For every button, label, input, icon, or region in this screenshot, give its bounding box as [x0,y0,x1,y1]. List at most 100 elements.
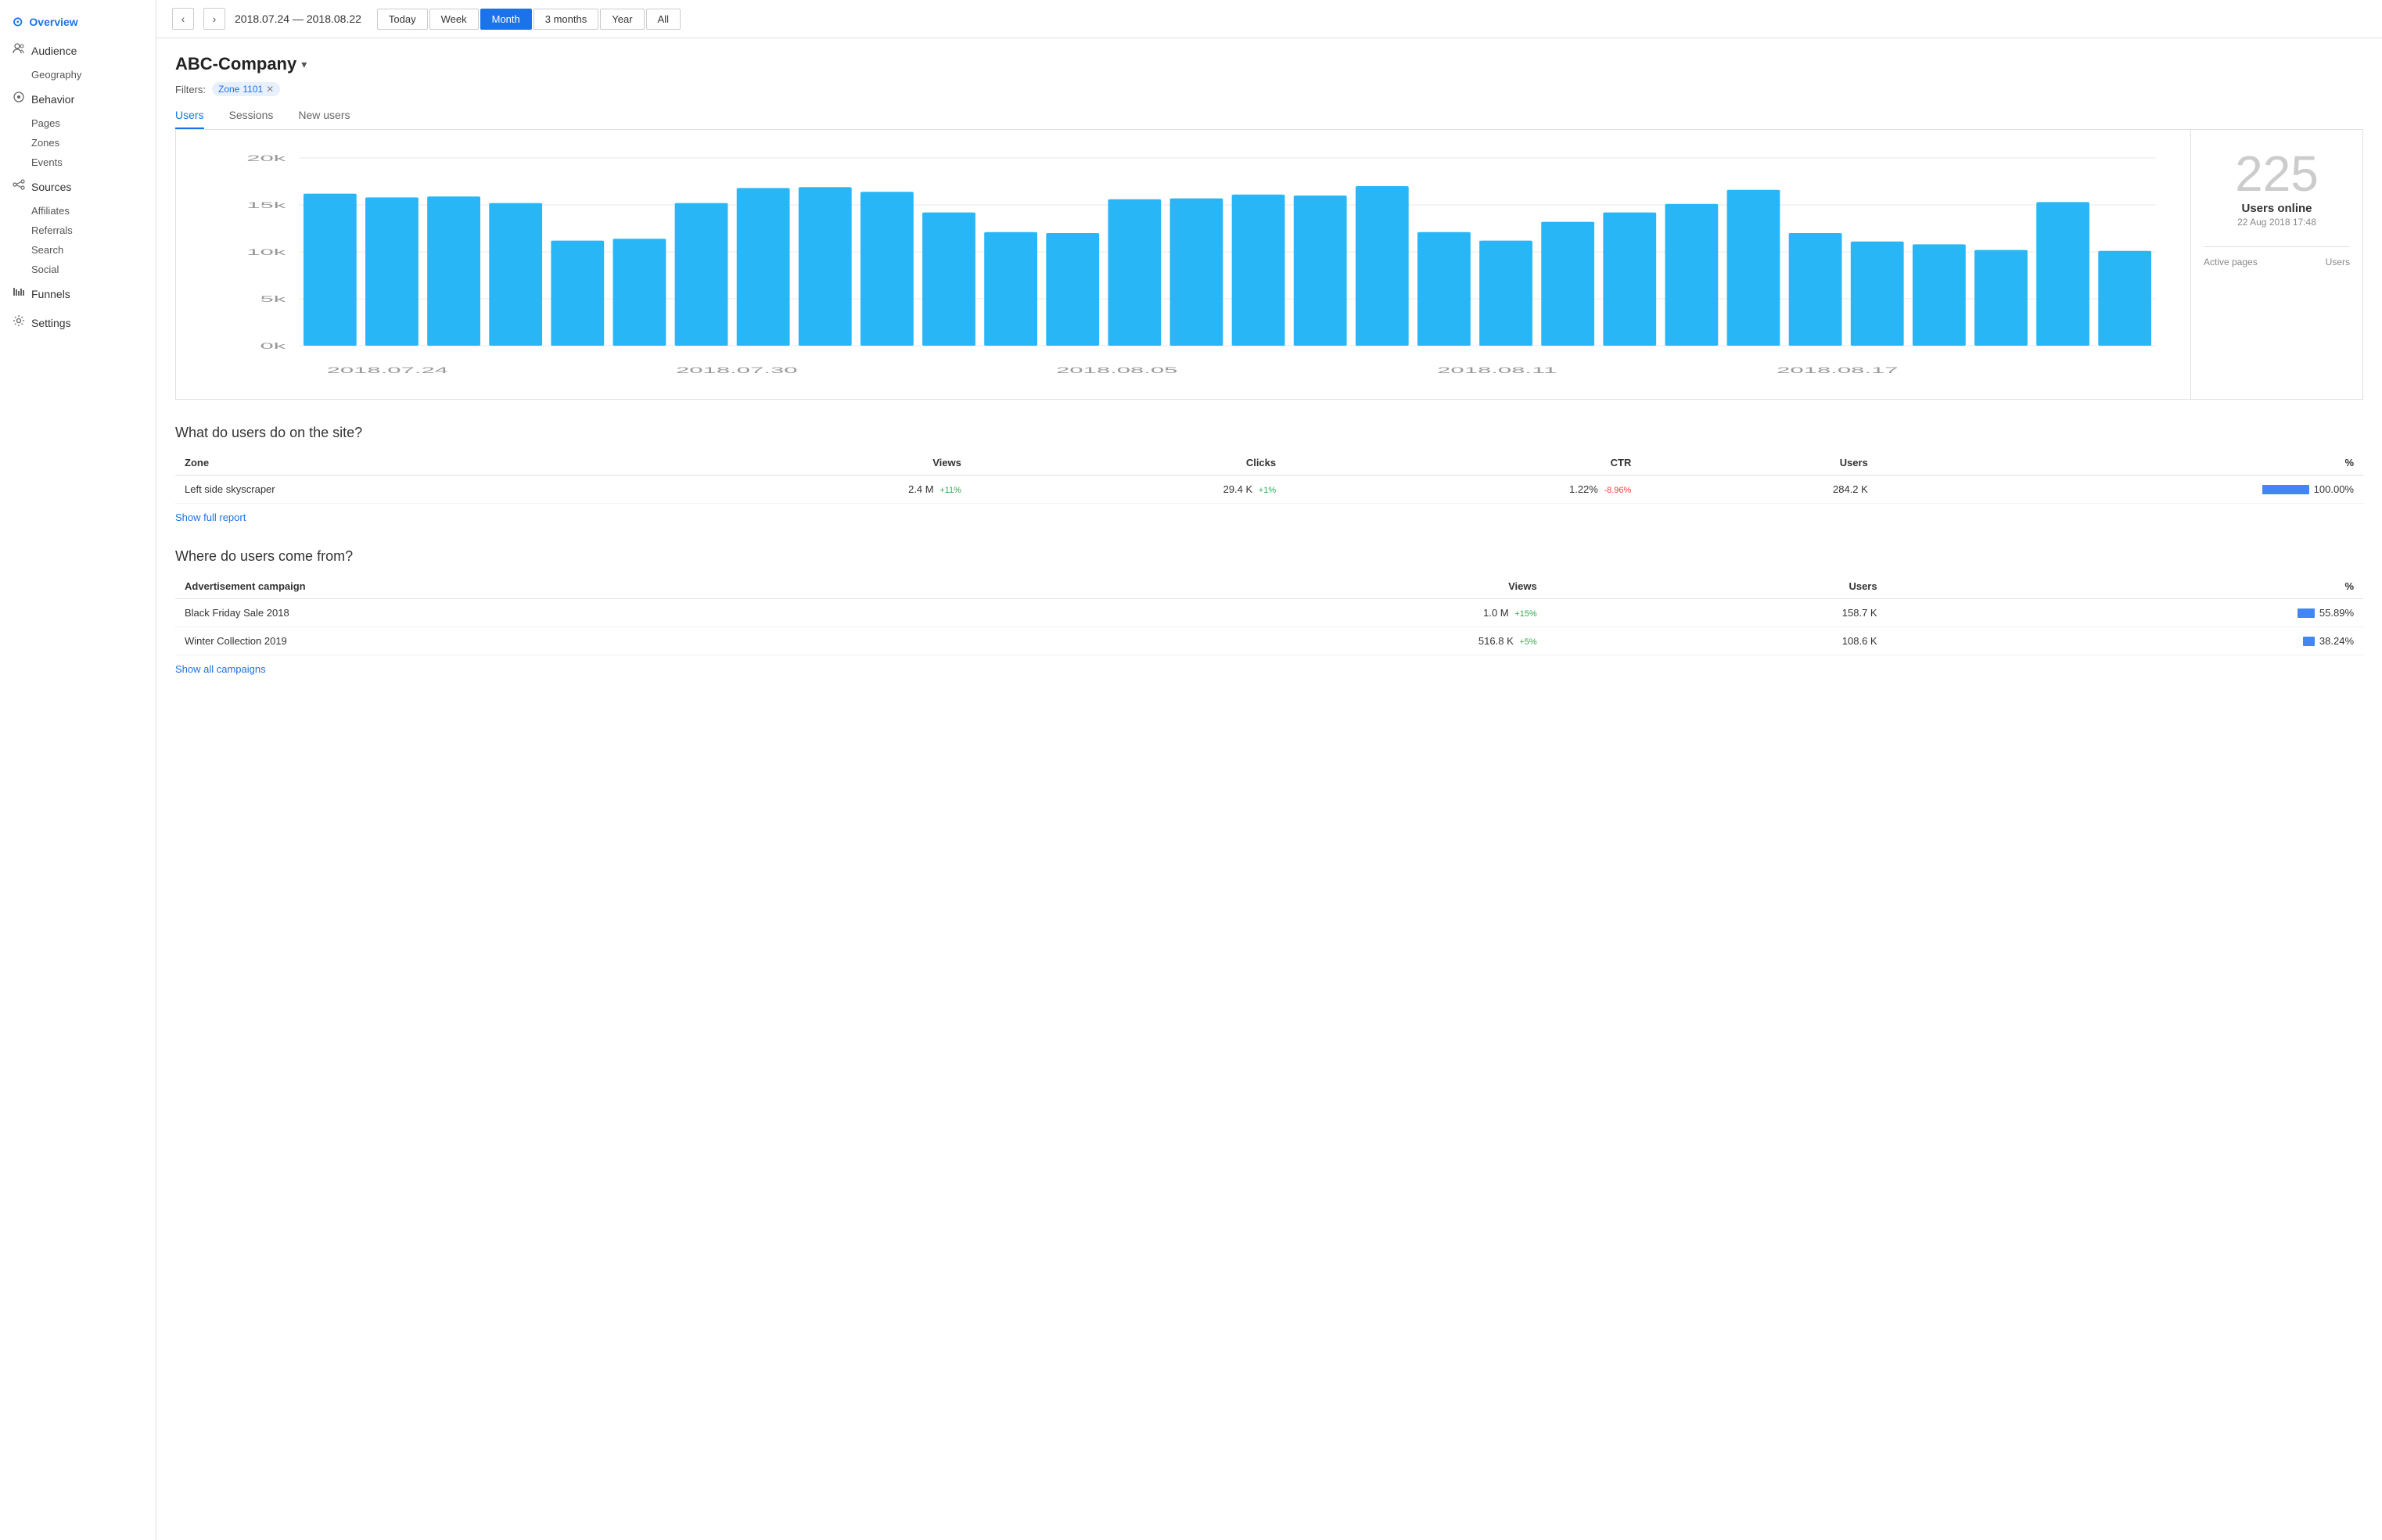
campaign-name: Black Friday Sale 2018 [175,599,1058,627]
funnels-icon [13,285,25,302]
zone-col-views: Views [656,451,971,476]
zone-name: Left side skyscraper [175,476,656,504]
zone-col-users: Users [1640,451,1877,476]
company-name: ABC-Company [175,54,296,74]
online-panel: 225 Users online 22 Aug 2018 17:48 Activ… [2190,130,2362,399]
metric-tabs: Users Sessions New users [175,109,2363,130]
svg-text:2018.08.11: 2018.08.11 [1437,365,1557,375]
campaign-col-name: Advertisement campaign [175,574,1058,599]
sidebar: ⊙ Overview Audience Geography Behavior P… [0,0,156,1540]
behavior-icon [13,91,25,107]
overview-icon: ⊙ [13,14,23,30]
chart-section: 20k 15k 10k 5k 0k 2018.07.24 2018.07.30 … [175,130,2363,400]
filter-tag-zone-name: Zone [218,84,239,95]
tab-users[interactable]: Users [175,109,204,129]
sidebar-item-social[interactable]: Social [0,260,156,279]
sidebar-item-audience[interactable]: Audience [0,36,156,65]
period-buttons: Today Week Month 3 months Year All [377,9,681,30]
sidebar-item-search[interactable]: Search [0,240,156,260]
filters-label: Filters: [175,84,206,95]
period-week[interactable]: Week [429,9,479,30]
svg-text:15k: 15k [246,200,286,210]
prev-button[interactable]: ‹ [172,8,194,30]
zone-section: What do users do on the site? Zone Views… [175,425,2363,529]
date-range: 2018.07.24 — 2018.08.22 [235,13,361,25]
sidebar-item-funnels[interactable]: Funnels [0,279,156,308]
active-pages-col: Active pages [2204,257,2258,267]
zone-ctr: 1.22% -8.96% [1285,476,1640,504]
sidebar-item-overview[interactable]: ⊙ Overview [0,8,156,36]
period-all[interactable]: All [646,9,681,30]
campaign-users: 158.7 K [1547,599,1887,627]
svg-text:10k: 10k [246,247,286,257]
svg-text:20k: 20k [246,153,286,163]
campaign-users: 108.6 K [1547,627,1887,655]
zone-col-pct: % [1877,451,2363,476]
main-content: ‹ › 2018.07.24 — 2018.08.22 Today Week M… [156,0,2382,1540]
sidebar-item-geography[interactable]: Geography [0,65,156,84]
sidebar-item-settings[interactable]: Settings [0,308,156,337]
chart-area: 20k 15k 10k 5k 0k 2018.07.24 2018.07.30 … [176,130,2190,399]
sidebar-item-referrals[interactable]: Referrals [0,221,156,240]
zone-col-zone: Zone [175,451,656,476]
zone-clicks: 29.4 K +1% [971,476,1285,504]
table-row: Black Friday Sale 2018 1.0 M +15% 158.7 … [175,599,2363,627]
zone-views: 2.4 M +11% [656,476,971,504]
period-today[interactable]: Today [377,9,428,30]
filter-close-icon[interactable]: ✕ [266,84,274,95]
sidebar-item-zones[interactable]: Zones [0,133,156,153]
show-all-campaigns-link[interactable]: Show all campaigns [175,663,266,675]
sidebar-item-affiliates[interactable]: Affiliates [0,201,156,221]
table-row: Winter Collection 2019 516.8 K +5% 108.6… [175,627,2363,655]
sidebar-item-behavior[interactable]: Behavior [0,84,156,113]
tab-sessions[interactable]: Sessions [229,109,274,129]
audience-icon [13,42,25,59]
campaign-pct: 55.89% [1887,599,2363,627]
zone-table: Zone Views Clicks CTR Users % Left side … [175,451,2363,504]
zone-col-ctr: CTR [1285,451,1640,476]
zone-col-clicks: Clicks [971,451,1285,476]
company-dropdown-icon[interactable]: ▾ [301,58,307,71]
active-pages-header: Active pages Users [2204,246,2350,267]
campaign-pct: 38.24% [1887,627,2363,655]
period-year[interactable]: Year [600,9,644,30]
online-count: 225 [2235,149,2319,199]
svg-text:2018.08.05: 2018.08.05 [1056,365,1177,375]
zone-users: 284.2 K [1640,476,1877,504]
svg-text:2018.08.17: 2018.08.17 [1777,365,1898,375]
period-month[interactable]: Month [480,9,532,30]
campaign-col-pct: % [1887,574,2363,599]
page-content: ABC-Company ▾ Filters: Zone 1101 ✕ Users… [156,38,2382,697]
online-time: 22 Aug 2018 17:48 [2237,217,2316,228]
campaign-col-users: Users [1547,574,1887,599]
zone-section-heading: What do users do on the site? [175,425,2363,441]
show-full-report-link[interactable]: Show full report [175,512,246,523]
tab-new-users[interactable]: New users [298,109,350,129]
svg-text:2018.07.30: 2018.07.30 [676,365,798,375]
filter-tag-zone: Zone 1101 ✕ [212,82,280,96]
campaign-views: 1.0 M +15% [1058,599,1547,627]
next-button[interactable]: › [203,8,225,30]
sidebar-item-pages[interactable]: Pages [0,113,156,133]
chart-svg: 20k 15k 10k 5k 0k 2018.07.24 2018.07.30 … [189,142,2178,393]
table-row: Left side skyscraper 2.4 M +11% 29.4 K +… [175,476,2363,504]
online-label: Users online [2241,202,2312,215]
sidebar-item-events[interactable]: Events [0,153,156,172]
svg-text:0k: 0k [260,341,286,350]
period-3months[interactable]: 3 months [534,9,598,30]
users-col: Users [2326,257,2350,267]
campaign-section: Where do users come from? Advertisement … [175,548,2363,681]
campaign-section-heading: Where do users come from? [175,548,2363,565]
campaign-name: Winter Collection 2019 [175,627,1058,655]
settings-icon [13,314,25,331]
svg-text:5k: 5k [260,294,286,303]
zone-pct: 100.00% [1877,476,2363,504]
campaign-views: 516.8 K +5% [1058,627,1547,655]
campaign-col-views: Views [1058,574,1547,599]
svg-text:2018.07.24: 2018.07.24 [327,365,449,375]
campaign-table: Advertisement campaign Views Users % Bla… [175,574,2363,655]
filters-bar: Filters: Zone 1101 ✕ [175,82,2363,96]
filter-tag-zone-value: 1101 [243,84,263,95]
sidebar-item-sources[interactable]: Sources [0,172,156,201]
sources-icon [13,178,25,195]
